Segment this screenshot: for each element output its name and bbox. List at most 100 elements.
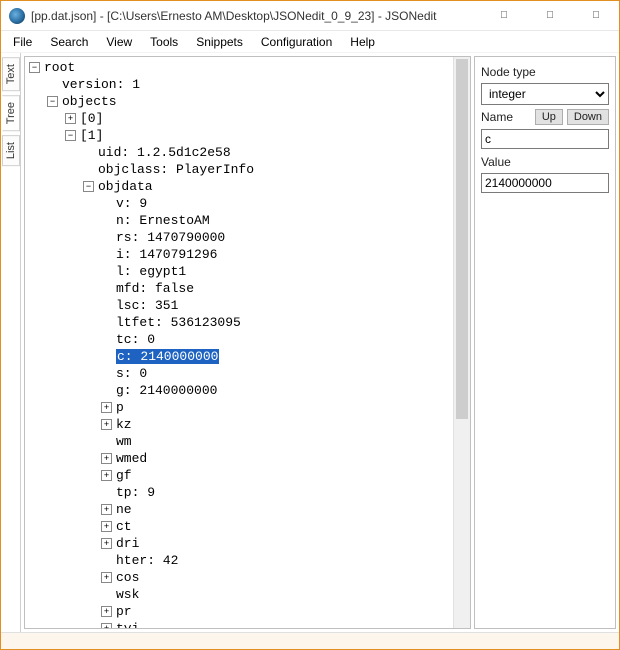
tree-node-label: l: egypt1 [116, 264, 186, 279]
down-button[interactable]: Down [567, 109, 609, 125]
tree-node[interactable]: mfd: false [27, 280, 453, 297]
tree-node[interactable]: version: 1 [27, 76, 453, 93]
tree-node[interactable]: cos [27, 569, 453, 586]
tree-node-label: tc: 0 [116, 332, 155, 347]
expand-icon[interactable] [101, 453, 112, 464]
name-label: Name [481, 110, 531, 124]
tree-node[interactable]: wmed [27, 450, 453, 467]
node-type-label: Node type [481, 65, 609, 79]
tree-node[interactable]: root [27, 59, 453, 76]
collapse-icon[interactable] [29, 62, 40, 73]
tree-node-label: pr [116, 604, 132, 619]
tree-node[interactable]: [0] [27, 110, 453, 127]
inspector-pane: Node type integer Name Up Down Value [474, 56, 616, 629]
expand-icon[interactable] [101, 572, 112, 583]
tree-node-label: mfd: false [116, 281, 194, 296]
tree-node[interactable]: p [27, 399, 453, 416]
menu-configuration[interactable]: Configuration [253, 33, 340, 51]
menu-help[interactable]: Help [342, 33, 383, 51]
tree-node-label: version: 1 [62, 77, 140, 92]
tree-node[interactable]: hter: 42 [27, 552, 453, 569]
expand-icon[interactable] [101, 623, 112, 628]
value-label: Value [481, 155, 609, 169]
main-area: root version: 1 objects [0][1]uid: 1.2.5d1c… [21, 53, 619, 632]
menu-view[interactable]: View [98, 33, 140, 51]
tree-node[interactable]: tc: 0 [27, 331, 453, 348]
tree-node[interactable]: g: 2140000000 [27, 382, 453, 399]
tree-node-label: rs: 1470790000 [116, 230, 225, 245]
tree-node[interactable]: l: egypt1 [27, 263, 453, 280]
tree-node[interactable]: uid: 1.2.5d1c2e58 [27, 144, 453, 161]
tree-node-label: [0] [80, 111, 103, 126]
tree-node[interactable]: wsk [27, 586, 453, 603]
tree-node[interactable]: wm [27, 433, 453, 450]
tree-node[interactable]: i: 1470791296 [27, 246, 453, 263]
tree-node-label: wsk [116, 587, 139, 602]
tree-node-label: objclass: PlayerInfo [98, 162, 254, 177]
menu-file[interactable]: File [5, 33, 40, 51]
menu-tools[interactable]: Tools [142, 33, 186, 51]
expand-icon[interactable] [101, 504, 112, 515]
tree-node-label: i: 1470791296 [116, 247, 217, 262]
node-type-select[interactable]: integer [481, 83, 609, 105]
side-tab-text[interactable]: Text [2, 57, 20, 91]
tree-node-label: objdata [98, 179, 153, 194]
expand-icon[interactable] [101, 521, 112, 532]
tree-node[interactable]: ct [27, 518, 453, 535]
titlebar[interactable]: [pp.dat.json] - [C:\Users\Ernesto AM\Des… [1, 1, 619, 31]
tree-node[interactable]: pr [27, 603, 453, 620]
tree-pane: root version: 1 objects [0][1]uid: 1.2.5d1c… [24, 56, 471, 629]
menu-snippets[interactable]: Snippets [188, 33, 251, 51]
expand-icon[interactable] [65, 113, 76, 124]
tree-node-label: dri [116, 536, 139, 551]
tree-node[interactable]: n: ErnestoAM [27, 212, 453, 229]
tree-node[interactable]: dri [27, 535, 453, 552]
value-field[interactable] [481, 173, 609, 193]
tree-node[interactable]: rs: 1470790000 [27, 229, 453, 246]
minimize-button[interactable]:  [481, 1, 527, 30]
tree-node[interactable]: objects [27, 93, 453, 110]
side-tab-list[interactable]: List [2, 135, 20, 166]
expand-icon[interactable] [101, 470, 112, 481]
expand-icon[interactable] [101, 402, 112, 413]
side-tabs: Text Tree List [1, 53, 21, 632]
tree-node-label: gf [116, 468, 132, 483]
menubar: FileSearchViewToolsSnippetsConfiguration… [1, 31, 619, 53]
tree-node-label: ne [116, 502, 132, 517]
app-window: [pp.dat.json] - [C:\Users\Ernesto AM\Des… [0, 0, 620, 650]
tree-node[interactable]: ne [27, 501, 453, 518]
tree-node[interactable]: v: 9 [27, 195, 453, 212]
tree-view[interactable]: root version: 1 objects [0][1]uid: 1.2.5d1c… [25, 57, 453, 628]
up-button[interactable]: Up [535, 109, 563, 125]
tree-node[interactable]: c: 2140000000 [27, 348, 453, 365]
collapse-icon[interactable] [47, 96, 58, 107]
close-button[interactable]:  [573, 1, 619, 30]
expand-icon[interactable] [101, 606, 112, 617]
name-field[interactable] [481, 129, 609, 149]
tree-node-label: wm [116, 434, 132, 449]
menu-search[interactable]: Search [42, 33, 96, 51]
tree-node[interactable]: tyi [27, 620, 453, 628]
tree-node[interactable]: gf [27, 467, 453, 484]
tree-node[interactable]: kz [27, 416, 453, 433]
tree-node-label: objects [62, 94, 117, 109]
tree-node[interactable]: ltfet: 536123095 [27, 314, 453, 331]
expand-icon[interactable] [101, 419, 112, 430]
tree-node[interactable]: lsc: 351 [27, 297, 453, 314]
maximize-button[interactable]:  [527, 1, 573, 30]
tree-node-label: n: ErnestoAM [116, 213, 210, 228]
expand-icon[interactable] [101, 538, 112, 549]
tree-node[interactable]: tp: 9 [27, 484, 453, 501]
tree-node-label: kz [116, 417, 132, 432]
tree-scrollbar[interactable] [453, 57, 470, 628]
side-tab-tree[interactable]: Tree [2, 95, 20, 131]
collapse-icon[interactable] [65, 130, 76, 141]
tree-node[interactable]: objclass: PlayerInfo [27, 161, 453, 178]
tree-node[interactable]: [1] [27, 127, 453, 144]
tree-node-label: root [44, 60, 75, 75]
tree-node[interactable]: objdata [27, 178, 453, 195]
tree-node[interactable]: s: 0 [27, 365, 453, 382]
collapse-icon[interactable] [83, 181, 94, 192]
scrollbar-thumb[interactable] [456, 59, 468, 419]
tree-node-label: tp: 9 [116, 485, 155, 500]
